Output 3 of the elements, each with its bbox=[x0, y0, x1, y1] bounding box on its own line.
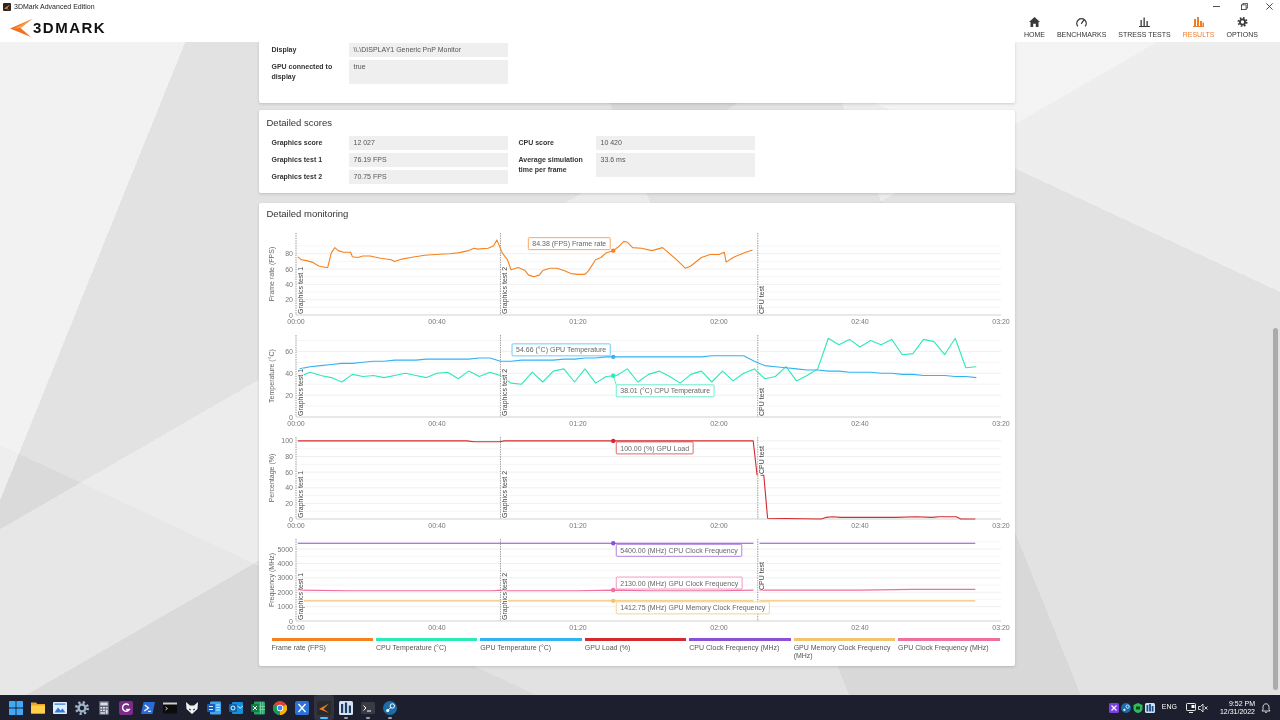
section-title: Detailed monitoring bbox=[266, 208, 350, 220]
section-title: Detailed scores bbox=[266, 117, 333, 129]
logo-text: 3DMARK bbox=[33, 20, 107, 35]
